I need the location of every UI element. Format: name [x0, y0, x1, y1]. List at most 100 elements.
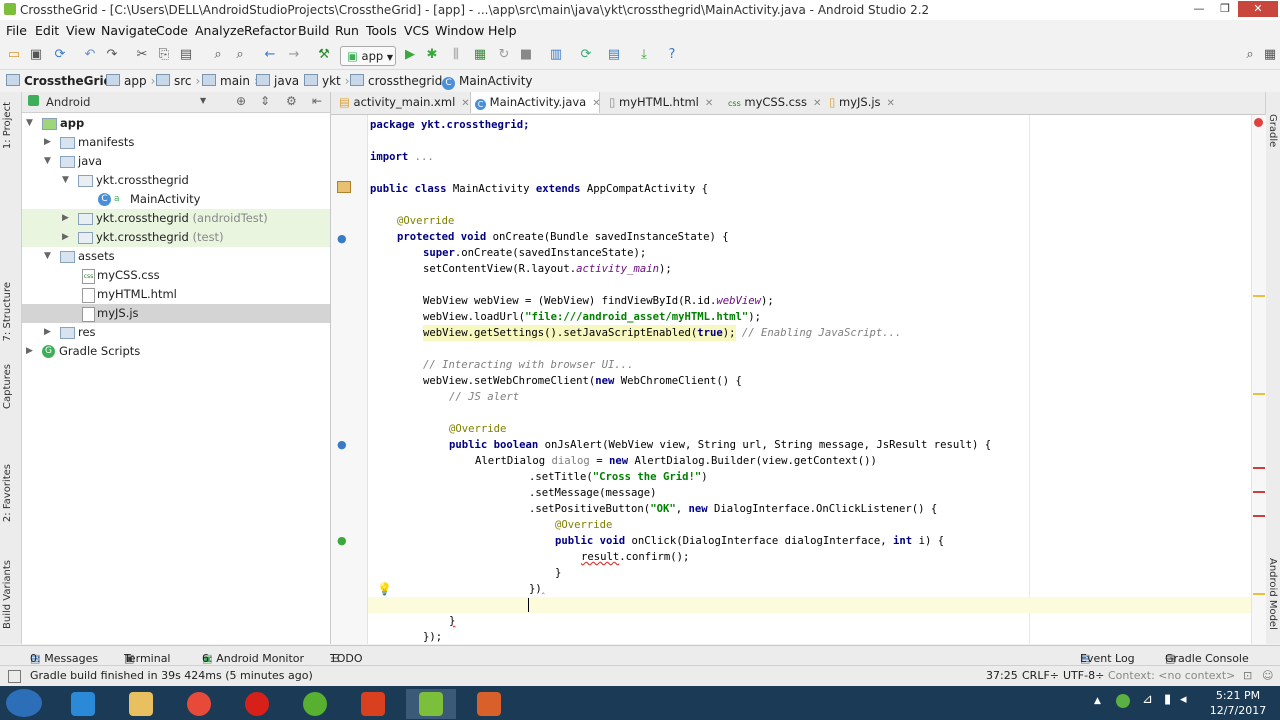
file-encoding[interactable]: UTF-8÷ — [1063, 669, 1104, 682]
menu-navigate[interactable]: Navigate — [101, 23, 157, 38]
collapse-arrow-icon[interactable]: ▶ — [44, 133, 51, 152]
rerun-icon[interactable]: ↻ — [496, 47, 512, 63]
close-tab-icon[interactable]: ✕ — [705, 98, 713, 109]
warning-marker[interactable] — [1253, 393, 1265, 395]
menu-build[interactable]: Build — [298, 23, 329, 38]
lightbulb-icon[interactable]: 💡 — [377, 582, 392, 596]
tree-item-manifests[interactable]: ▶ manifests — [22, 133, 330, 152]
collapse-arrow-icon[interactable]: ▶ — [62, 209, 69, 228]
implement-marker-icon[interactable] — [337, 181, 351, 193]
breadcrumb-crossthegrid[interactable]: crossthegrid› — [350, 74, 451, 88]
help-icon[interactable]: ? — [664, 47, 680, 63]
tree-item-assets[interactable]: ▼ assets — [22, 247, 330, 266]
tree-item-java[interactable]: ▼ java — [22, 152, 330, 171]
tree-item-myjs[interactable]: myJS.js — [22, 304, 330, 323]
menu-code[interactable]: Code — [156, 23, 188, 38]
menu-window[interactable]: Window — [435, 23, 484, 38]
tray-app-icon[interactable] — [1116, 694, 1130, 708]
collapse-all-icon[interactable]: ⇕ — [260, 94, 270, 108]
error-marker[interactable] — [1253, 467, 1265, 469]
run-icon[interactable]: ▶ — [402, 47, 418, 63]
warning-marker[interactable] — [1253, 295, 1265, 297]
collapse-arrow-icon[interactable]: ▶ — [62, 228, 69, 247]
run-configuration-dropdown[interactable]: ▣ app ▼ — [340, 46, 396, 66]
project-view-selector[interactable]: Android — [46, 95, 90, 109]
undo-icon[interactable]: ↶ — [82, 47, 98, 63]
project-structure-icon[interactable]: ▤ — [606, 47, 622, 63]
warning-marker[interactable] — [1253, 593, 1265, 595]
sync-icon[interactable]: ⟳ — [52, 47, 68, 63]
save-icon[interactable]: ▣ — [28, 47, 44, 63]
cut-icon[interactable]: ✂ — [134, 47, 150, 63]
taskbar-opera[interactable] — [232, 689, 282, 719]
tab-activity-main-xml[interactable]: ▤ activity_main.xml ✕ — [335, 92, 470, 113]
layout-icon[interactable]: ▦ — [1262, 47, 1278, 63]
forward-icon[interactable]: → — [286, 47, 302, 63]
tab-myjs-js[interactable]: ▯ myJS.js ✕ — [825, 92, 905, 113]
gradle-sync-icon[interactable]: ⟳ — [578, 47, 594, 63]
scroll-from-source-icon[interactable]: ⊕ — [236, 94, 246, 108]
network-icon[interactable]: ⊿ — [1142, 692, 1153, 707]
tab-myhtml-html[interactable]: ▯ myHTML.html ✕ — [605, 92, 715, 113]
expand-arrow-icon[interactable]: ▼ — [44, 152, 51, 171]
menu-view[interactable]: View — [66, 23, 96, 38]
copy-icon[interactable]: ⎘ — [156, 47, 172, 63]
breadcrumb-app[interactable]: app › — [106, 74, 155, 88]
collapse-arrow-icon[interactable]: ▶ — [26, 342, 33, 361]
menu-vcs[interactable]: VCS — [404, 23, 429, 38]
replace-icon[interactable]: ⌕ — [232, 47, 248, 63]
tree-item-package-androidtest[interactable]: ▶ ykt.crossthegrid (androidTest) — [22, 209, 330, 228]
error-marker[interactable] — [1253, 515, 1265, 517]
expand-arrow-icon[interactable]: ▼ — [44, 247, 51, 266]
tab-android-model-tool[interactable]: Android Model — [1267, 558, 1278, 630]
taskbar-internet-explorer[interactable] — [58, 689, 108, 719]
maximize-button[interactable]: ❐ — [1212, 1, 1238, 17]
close-tab-icon[interactable]: ✕ — [887, 98, 895, 109]
context-indicator[interactable]: Context: <no context> — [1108, 669, 1235, 682]
close-tab-icon[interactable]: ✕ — [813, 98, 821, 109]
stop-icon[interactable]: ■ — [518, 47, 534, 63]
tree-item-mainactivity[interactable]: C a MainActivity — [22, 190, 330, 209]
search-everywhere-icon[interactable]: ⌕ — [1242, 47, 1258, 63]
volume-icon[interactable]: ◂ — [1180, 692, 1187, 707]
expand-arrow-icon[interactable]: ▼ — [26, 114, 33, 133]
menu-analyze[interactable]: Analyze — [195, 23, 244, 38]
menu-file[interactable]: File — [6, 23, 27, 38]
code-editor[interactable]: ● ● ● package ykt.crossthegrid; import .… — [331, 115, 1251, 644]
override-marker-icon[interactable]: ● — [337, 534, 347, 547]
tab-project-tool[interactable]: 1: Project — [2, 102, 13, 149]
gear-icon[interactable]: ⚙ — [286, 94, 297, 108]
menu-tools[interactable]: Tools — [366, 23, 397, 38]
tree-item-package-main[interactable]: ▼ ykt.crossthegrid — [22, 171, 330, 190]
error-indicator-icon[interactable] — [1254, 118, 1263, 127]
minimize-button[interactable]: — — [1186, 1, 1212, 17]
breadcrumb-java[interactable]: java› — [256, 74, 308, 88]
tab-mainactivity-java[interactable]: C MainActivity.java ✕ — [470, 92, 601, 113]
clock[interactable]: 5:21 PM 12/7/2017 — [1196, 688, 1280, 718]
tab-structure-tool[interactable]: 7: Structure — [2, 282, 13, 341]
tree-item-res[interactable]: ▶ res — [22, 323, 330, 342]
toggle-tool-windows-icon[interactable] — [8, 670, 21, 683]
menu-refactor[interactable]: Refactor — [244, 23, 296, 38]
attach-debugger-icon[interactable]: ⫼ — [448, 47, 464, 63]
override-marker-icon[interactable]: ● — [337, 438, 347, 451]
taskbar-chrome[interactable] — [174, 689, 224, 719]
tab-gradle-tool[interactable]: Gradle — [1267, 114, 1278, 147]
line-separator[interactable]: CRLF÷ — [1022, 669, 1059, 682]
menu-help[interactable]: Help — [488, 23, 517, 38]
avd-manager-icon[interactable]: ▥ — [548, 47, 564, 63]
make-project-icon[interactable]: ⚒ — [316, 47, 332, 63]
taskbar-utorrent[interactable] — [290, 689, 340, 719]
taskbar-powerpoint[interactable] — [464, 689, 514, 719]
tree-item-myhtml[interactable]: myHTML.html — [22, 285, 330, 304]
close-button[interactable]: ✕ — [1238, 1, 1278, 17]
tab-mycss-css[interactable]: css myCSS.css ✕ — [724, 92, 821, 113]
back-icon[interactable]: ← — [262, 47, 278, 63]
cursor-position[interactable]: 37:25 — [986, 669, 1018, 682]
tree-item-package-test[interactable]: ▶ ykt.crossthegrid (test) — [22, 228, 330, 247]
find-icon[interactable]: ⌕ — [210, 47, 226, 63]
sdk-manager-icon[interactable]: ⤓ — [636, 47, 652, 63]
breadcrumb-src[interactable]: src › — [156, 74, 200, 88]
paste-icon[interactable]: ▤ — [178, 47, 194, 63]
close-tab-icon[interactable]: ✕ — [461, 98, 469, 109]
